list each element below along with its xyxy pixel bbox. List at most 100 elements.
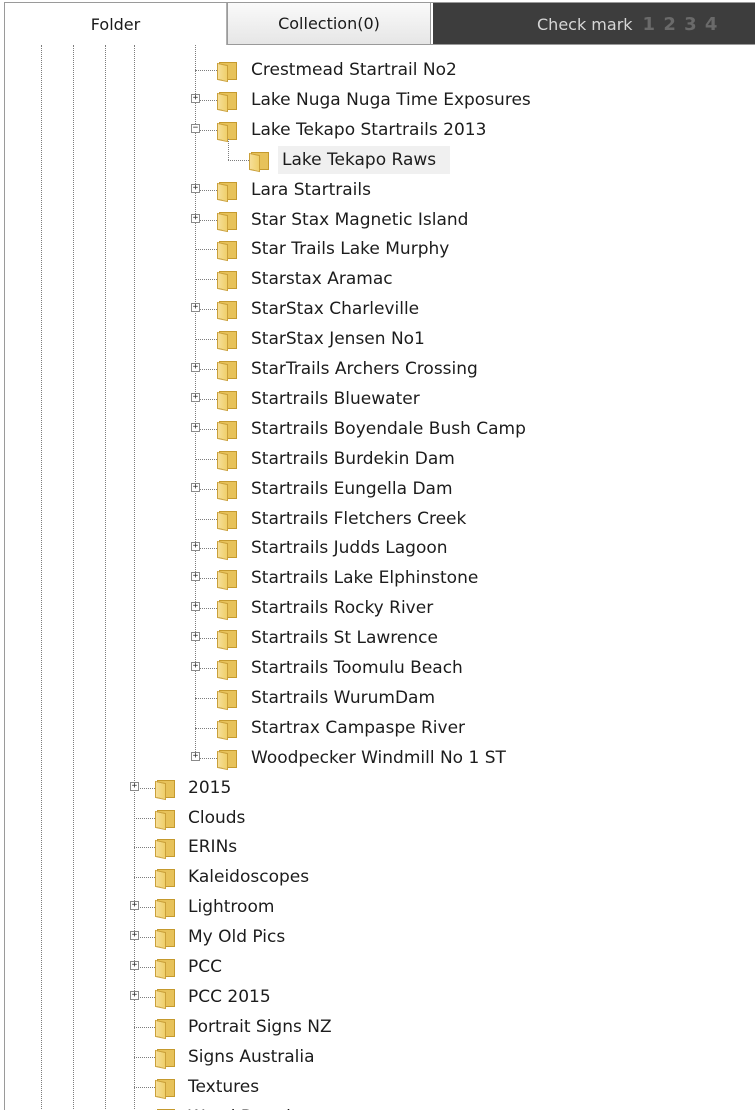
tree-row[interactable]: +Wood Boards bbox=[5, 1102, 755, 1110]
tree-item-label: Lake Nuga Nuga Time Exposures bbox=[251, 89, 531, 110]
folder-icon bbox=[155, 1046, 177, 1069]
tree-item-label: Starstax Aramac bbox=[251, 269, 393, 290]
tree-row[interactable]: + PCC 2015 bbox=[5, 982, 755, 1012]
tree-row[interactable]: + Lightroom bbox=[5, 892, 755, 922]
collapse-icon[interactable]: − bbox=[191, 123, 200, 133]
tree-item-label: Startrails Fletchers Creek bbox=[251, 508, 467, 529]
expand-icon[interactable]: + bbox=[191, 303, 200, 313]
expand-icon[interactable]: + bbox=[191, 662, 200, 671]
expand-icon[interactable]: + bbox=[191, 482, 200, 492]
folder-panel: Folder Collection(0) Check mark 1 2 3 4 … bbox=[4, 2, 755, 1110]
expand-icon[interactable]: + bbox=[130, 990, 139, 1000]
folder-icon bbox=[217, 747, 239, 770]
tree-item-label: Startrails Lake Elphinstone bbox=[251, 568, 479, 589]
tree-item-label: Lake Tekapo Startrails 2013 bbox=[251, 119, 487, 140]
folder-icon bbox=[217, 448, 239, 471]
expand-icon[interactable]: + bbox=[130, 961, 139, 970]
tree-row[interactable]: + Startrails Boyendale Bush Camp bbox=[5, 414, 755, 444]
tree-row[interactable]: − Lake Tekapo Startrails 2013 bbox=[5, 115, 755, 145]
expand-icon[interactable]: + bbox=[191, 572, 200, 582]
tab-collection[interactable]: Collection(0) bbox=[227, 3, 431, 45]
tree-item-label: StarTrails Archers Crossing bbox=[251, 359, 478, 379]
tree-item-label: Startrails WurumDam bbox=[251, 687, 436, 708]
tree-item-label: Star Trails Lake Murphy bbox=[251, 239, 450, 260]
expand-icon[interactable]: + bbox=[191, 422, 200, 432]
tree-row[interactable]: Clouds bbox=[5, 803, 755, 833]
tree-row[interactable]: + Lara Startrails bbox=[5, 175, 755, 205]
tree-row[interactable]: Starstax Aramac bbox=[5, 264, 755, 294]
expand-icon[interactable]: + bbox=[191, 602, 200, 612]
expand-icon[interactable]: + bbox=[191, 183, 200, 193]
tree-item-label: Signs Australia bbox=[188, 1046, 315, 1067]
expand-icon[interactable]: + bbox=[191, 392, 200, 402]
tree-item-label: StarStax Jensen No1 bbox=[251, 329, 425, 350]
tree-row[interactable]: + PCC bbox=[5, 952, 755, 982]
tree-row[interactable]: + StarStax Charleville bbox=[5, 294, 755, 324]
tree-row[interactable]: Startrails Burdekin Dam bbox=[5, 444, 755, 474]
expand-icon[interactable]: + bbox=[191, 93, 200, 103]
expand-icon[interactable]: + bbox=[191, 632, 200, 642]
folder-icon bbox=[217, 418, 239, 441]
tree-row[interactable]: + Startrails Eungella Dam bbox=[5, 474, 755, 504]
expand-icon[interactable]: + bbox=[191, 542, 200, 552]
tree-row[interactable]: ERINs bbox=[5, 832, 755, 862]
tree-row[interactable]: Star Trails Lake Murphy bbox=[5, 234, 755, 264]
expand-icon[interactable]: + bbox=[130, 901, 139, 911]
tree-row[interactable]: + Startrails Judds Lagoon bbox=[5, 533, 755, 563]
tree-row[interactable]: + Startrails Lake Elphinstone bbox=[5, 563, 755, 593]
tab-folder-label: Folder bbox=[90, 14, 141, 34]
tree-row[interactable]: + Lake Nuga Nuga Time Exposures bbox=[5, 85, 755, 115]
expand-icon[interactable]: + bbox=[191, 751, 200, 761]
tab-check-mark[interactable]: Check mark 1 2 3 4 bbox=[433, 3, 755, 45]
tree-guide-line bbox=[228, 138, 229, 160]
tree-connector bbox=[195, 339, 217, 341]
tree-item-label: Lara Startrails bbox=[251, 179, 371, 200]
folder-icon bbox=[155, 926, 177, 950]
tab-folder[interactable]: Folder bbox=[5, 3, 227, 45]
tree-child-row[interactable]: Lake Tekapo Raws bbox=[5, 138, 755, 175]
tree-connector bbox=[134, 1086, 155, 1088]
tree-item-label: Startrails Boyendale Bush Camp bbox=[251, 418, 526, 439]
tree-row[interactable]: + Startrails Bluewater bbox=[5, 384, 755, 414]
expand-icon[interactable]: + bbox=[130, 781, 139, 791]
tree-item-label: Startrails Toomulu Beach bbox=[251, 658, 463, 678]
tree-row[interactable]: Kaleidoscopes bbox=[5, 862, 755, 892]
tree-row[interactable]: + Startrails Toomulu Beach bbox=[5, 653, 755, 683]
tree-connector bbox=[195, 249, 217, 251]
tree-row[interactable]: + Woodpecker Windmill No 1 ST bbox=[5, 743, 755, 773]
tree-row[interactable]: Crestmead Startrail No2 bbox=[5, 55, 755, 85]
folder-icon bbox=[217, 238, 239, 262]
tree-item-label: Star Stax Magnetic Island bbox=[251, 209, 469, 230]
tree-item-label: My Old Pics bbox=[188, 927, 286, 948]
tree-item-label: Crestmead Startrail No2 bbox=[251, 60, 457, 80]
folder-icon bbox=[217, 59, 239, 83]
tree-connector bbox=[195, 518, 217, 520]
tree-row[interactable]: Portrait Signs NZ bbox=[5, 1012, 755, 1042]
tree-item-label: Startrails Eungella Dam bbox=[251, 478, 453, 499]
tree-row[interactable]: + Startrails St Lawrence bbox=[5, 623, 755, 653]
tree-row[interactable]: + My Old Pics bbox=[5, 922, 755, 952]
expand-icon[interactable]: + bbox=[191, 363, 200, 372]
tree-row[interactable]: + Startrails Rocky River bbox=[5, 593, 755, 623]
tree-connector bbox=[134, 817, 155, 819]
tree-row[interactable]: Textures bbox=[5, 1072, 755, 1102]
tree-connector bbox=[195, 70, 217, 71]
tree-item-label: Startrails Rocky River bbox=[251, 598, 434, 619]
tree-connector bbox=[195, 458, 217, 460]
tree-item-label: Startrails Bluewater bbox=[251, 388, 420, 409]
expand-icon[interactable]: + bbox=[191, 213, 200, 223]
tree-row[interactable]: + StarTrails Archers Crossing bbox=[5, 354, 755, 384]
tree-row[interactable]: StarStax Jensen No1 bbox=[5, 324, 755, 354]
tree-item-label: Lightroom bbox=[188, 897, 275, 918]
tree-row[interactable]: Startrails Fletchers Creek bbox=[5, 504, 755, 534]
tree-item-label: Lake Tekapo Raws bbox=[282, 149, 437, 170]
tree-row[interactable]: +2015 bbox=[5, 773, 755, 803]
expand-icon[interactable]: + bbox=[130, 931, 139, 941]
tree-row[interactable]: Signs Australia bbox=[5, 1042, 755, 1072]
folder-icon bbox=[217, 388, 239, 412]
folder-icon bbox=[217, 209, 239, 232]
tree-row[interactable]: + Star Stax Magnetic Island bbox=[5, 205, 755, 235]
tree-row[interactable]: Startrails WurumDam bbox=[5, 683, 755, 713]
tree-item-label: Woodpecker Windmill No 1 ST bbox=[251, 747, 506, 768]
tree-row[interactable]: Startrax Campaspe River bbox=[5, 713, 755, 743]
